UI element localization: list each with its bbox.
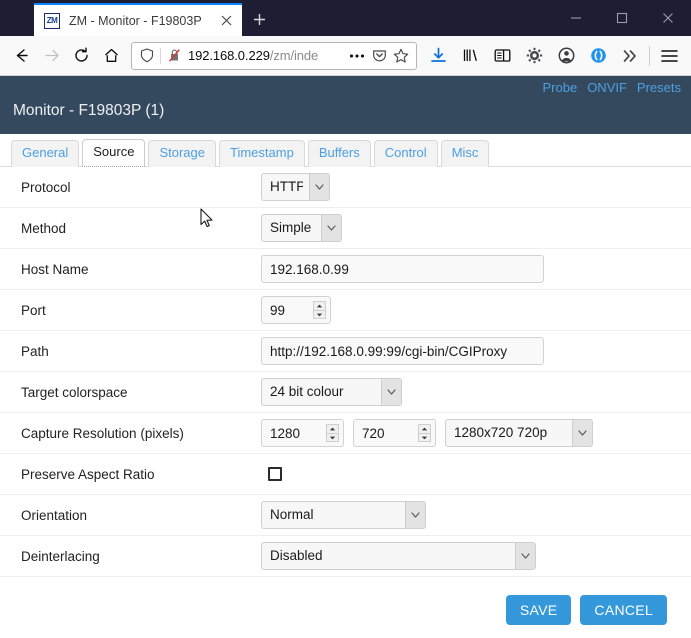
form-actions: SAVE CANCEL xyxy=(0,577,691,625)
tab-storage[interactable]: Storage xyxy=(148,140,216,167)
preserve-aspect-ratio-checkbox[interactable] xyxy=(268,467,282,481)
new-tab-button[interactable] xyxy=(242,3,276,36)
label-orientation: Orientation xyxy=(21,507,88,523)
tracking-protection-shield-icon[interactable] xyxy=(136,45,158,67)
hamburger-menu-icon[interactable] xyxy=(653,41,685,71)
deinterlacing-select[interactable]: Disabled xyxy=(261,542,536,570)
browser-tab[interactable]: ZM ZM - Monitor - F19803P xyxy=(34,3,242,36)
protocol-select-wrap: HTTP xyxy=(261,173,330,201)
window-close-icon[interactable] xyxy=(645,0,691,36)
form-row-capture-resolution: Capture Resolution (pixels) 1280 720 128… xyxy=(0,413,691,454)
browser-titlebar: ZM ZM - Monitor - F19803P xyxy=(0,0,691,36)
home-icon[interactable] xyxy=(96,41,126,71)
form-row-deinterlacing: Deinterlacing Disabled xyxy=(0,536,691,577)
header-links: Probe ONVIF Presets xyxy=(542,80,681,95)
window-controls xyxy=(553,0,691,36)
label-port: Port xyxy=(21,302,46,318)
gear-settings-icon[interactable] xyxy=(518,41,550,71)
label-preserve-aspect-ratio: Preserve Aspect Ratio xyxy=(21,466,155,482)
form-row-protocol: Protocol HTTP xyxy=(0,167,691,208)
browser-tabstrip: ZM ZM - Monitor - F19803P xyxy=(0,0,276,36)
capture-preset-select[interactable]: 1280x720 720p xyxy=(445,419,593,447)
capture-height-input[interactable] xyxy=(353,419,436,447)
zoneminder-favicon-icon: ZM xyxy=(44,12,60,29)
target-colorspace-select[interactable]: 24 bit colour xyxy=(261,378,402,406)
url-bar[interactable]: 192.168.0.229/zm/inde xyxy=(131,41,417,70)
browser-navbar: 192.168.0.229/zm/inde xyxy=(0,36,691,76)
form-row-orientation: Orientation Normal xyxy=(0,495,691,536)
capture-height-wrap xyxy=(353,419,436,447)
orientation-select[interactable]: Normal xyxy=(261,501,426,529)
label-protocol: Protocol xyxy=(21,179,71,195)
tab-general[interactable]: General xyxy=(11,140,80,167)
maximize-icon[interactable] xyxy=(599,0,645,36)
label-capture-resolution: Capture Resolution (pixels) xyxy=(21,425,184,441)
form-row-preserve-aspect-ratio: Preserve Aspect Ratio xyxy=(0,454,691,495)
save-button[interactable]: SAVE xyxy=(505,595,572,625)
label-target-colorspace: Target colorspace xyxy=(21,384,128,400)
deinterlacing-select-wrap: Disabled xyxy=(261,542,536,570)
url-host: 192.168.0.229 xyxy=(188,48,270,63)
form-row-target-colorspace: Target colorspace 24 bit colour xyxy=(0,372,691,413)
method-select[interactable]: Simple xyxy=(261,214,342,242)
browser-tab-title: ZM - Monitor - F19803P xyxy=(69,13,202,28)
cancel-button[interactable]: CANCEL xyxy=(580,595,667,625)
page-actions-ellipsis-icon[interactable] xyxy=(346,45,368,67)
browser-toolbar-icons xyxy=(422,41,685,71)
pocket-save-icon[interactable] xyxy=(368,45,390,67)
tab-timestamp[interactable]: Timestamp xyxy=(219,140,305,167)
container-tabs-icon[interactable] xyxy=(582,41,614,71)
page-content: Probe ONVIF Presets Monitor - F19803P (1… xyxy=(0,76,691,638)
bookmark-star-icon[interactable] xyxy=(390,45,412,67)
capture-width-wrap xyxy=(261,419,344,447)
header-link-probe[interactable]: Probe xyxy=(542,80,577,95)
account-avatar-icon[interactable] xyxy=(550,41,582,71)
label-method: Method xyxy=(21,220,67,236)
sidebar-icon[interactable] xyxy=(486,41,518,71)
library-icon[interactable] xyxy=(454,41,486,71)
app-header: Probe ONVIF Presets Monitor - F19803P (1… xyxy=(0,76,691,134)
header-link-presets[interactable]: Presets xyxy=(637,80,681,95)
method-select-wrap: Simple xyxy=(261,214,342,242)
capture-width-input[interactable] xyxy=(261,419,344,447)
port-input[interactable] xyxy=(261,296,331,324)
header-link-onvif[interactable]: ONVIF xyxy=(587,80,627,95)
overflow-chevron-icon[interactable] xyxy=(614,41,646,71)
label-host-name: Host Name xyxy=(21,261,89,277)
page-title: Monitor - F19803P (1) xyxy=(13,102,165,119)
back-arrow-icon[interactable] xyxy=(6,41,36,71)
close-icon[interactable] xyxy=(216,11,236,31)
insecure-connection-icon[interactable] xyxy=(163,45,185,67)
port-stepper-wrap xyxy=(261,296,331,324)
protocol-select[interactable]: HTTP xyxy=(261,173,330,201)
tab-source[interactable]: Source xyxy=(82,139,146,167)
host-name-input[interactable] xyxy=(261,255,544,283)
url-path: /zm/inde xyxy=(269,48,319,63)
label-path: Path xyxy=(21,343,49,359)
form-row-path: Path xyxy=(0,331,691,372)
minimize-icon[interactable] xyxy=(553,0,599,36)
tab-bar: General Source Storage Timestamp Buffers… xyxy=(0,134,691,167)
label-deinterlacing: Deinterlacing xyxy=(21,548,100,564)
tab-control[interactable]: Control xyxy=(373,140,438,167)
url-text: 192.168.0.229/zm/inde xyxy=(188,48,346,63)
source-form: Protocol HTTP Method Simple Host Name 19… xyxy=(0,167,691,625)
form-row-method: Method Simple xyxy=(0,208,691,249)
toolbar-separator xyxy=(649,45,650,66)
capture-preset-select-wrap: 1280x720 720p xyxy=(445,419,593,447)
path-input[interactable] xyxy=(261,337,544,365)
url-divider xyxy=(160,47,161,64)
forward-arrow-icon xyxy=(36,41,66,71)
tab-misc[interactable]: Misc xyxy=(440,140,490,167)
downloads-icon[interactable] xyxy=(422,41,454,71)
reload-icon[interactable] xyxy=(66,41,96,71)
tab-buffers[interactable]: Buffers xyxy=(307,140,371,167)
form-row-host-name: Host Name xyxy=(0,249,691,290)
target-colorspace-select-wrap: 24 bit colour xyxy=(261,378,402,406)
form-row-port: Port xyxy=(0,290,691,331)
orientation-select-wrap: Normal xyxy=(261,501,426,529)
